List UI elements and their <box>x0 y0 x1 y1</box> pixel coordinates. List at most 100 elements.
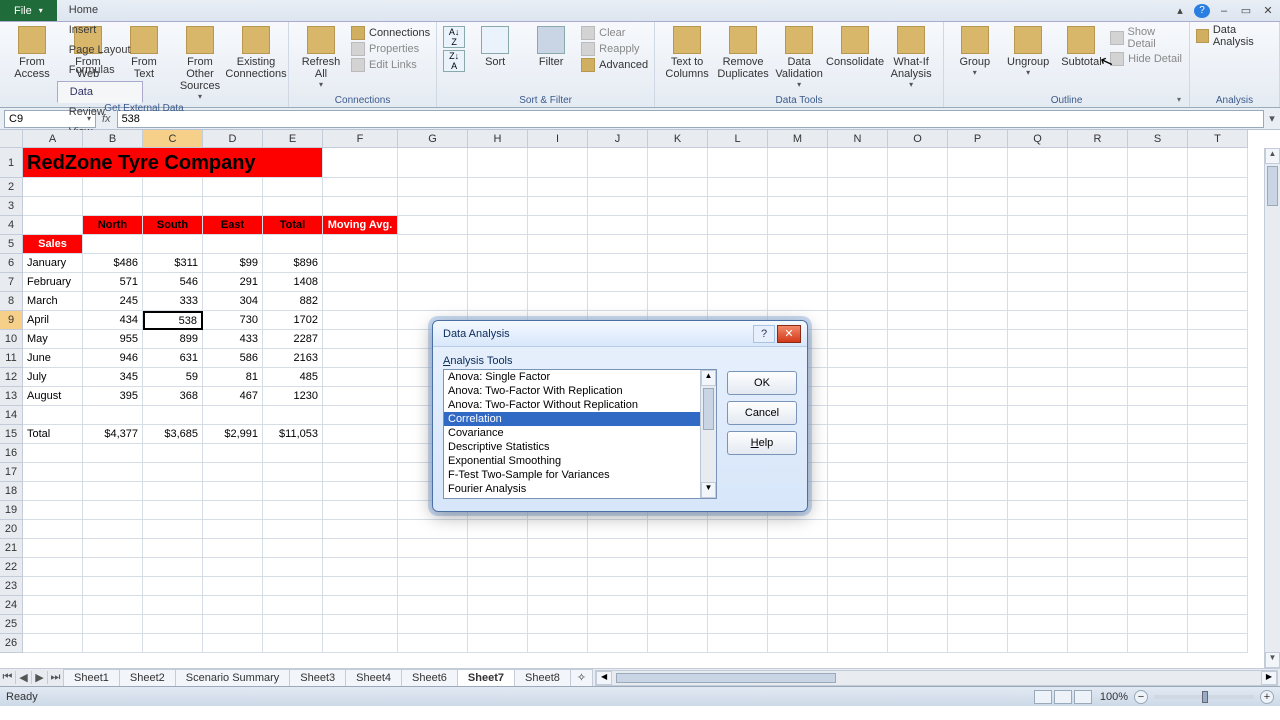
what-if-button[interactable]: What-IfAnalysis <box>885 24 937 89</box>
cell[interactable] <box>768 254 828 273</box>
cell[interactable] <box>23 501 83 520</box>
cell[interactable]: Total <box>23 425 83 444</box>
view-break-icon[interactable] <box>1074 690 1092 704</box>
cell[interactable] <box>828 520 888 539</box>
cell[interactable] <box>888 387 948 406</box>
cell[interactable] <box>203 558 263 577</box>
window-close-icon[interactable]: ✕ <box>1260 4 1276 17</box>
cell[interactable] <box>888 330 948 349</box>
cell[interactable] <box>468 634 528 653</box>
cell[interactable] <box>588 197 648 216</box>
cell[interactable] <box>143 577 203 596</box>
new-sheet-button[interactable]: ✧ <box>570 669 593 686</box>
cell[interactable] <box>1008 148 1068 178</box>
cell[interactable] <box>143 520 203 539</box>
sheet-tab[interactable]: Sheet3 <box>289 669 346 686</box>
cell[interactable] <box>1068 444 1128 463</box>
cell[interactable] <box>888 596 948 615</box>
cell[interactable] <box>263 197 323 216</box>
cell[interactable] <box>263 501 323 520</box>
cell[interactable] <box>1188 292 1248 311</box>
cell[interactable]: April <box>23 311 83 330</box>
cell[interactable] <box>888 406 948 425</box>
cell[interactable] <box>828 596 888 615</box>
cell[interactable] <box>143 235 203 254</box>
cell[interactable] <box>398 558 468 577</box>
cell[interactable] <box>1008 463 1068 482</box>
cell[interactable] <box>708 254 768 273</box>
row-header[interactable]: 7 <box>0 273 23 292</box>
from-other-sources-button[interactable]: From OtherSources <box>174 24 226 101</box>
sheet-tab[interactable]: Sheet7 <box>457 669 515 686</box>
cell[interactable] <box>1128 596 1188 615</box>
cell[interactable] <box>143 406 203 425</box>
cell[interactable] <box>263 577 323 596</box>
cell[interactable] <box>1008 349 1068 368</box>
cell[interactable] <box>23 406 83 425</box>
cell[interactable]: 1408 <box>263 273 323 292</box>
cell[interactable]: 730 <box>203 311 263 330</box>
group-button[interactable]: Group <box>950 24 999 77</box>
cell[interactable] <box>1188 501 1248 520</box>
cell[interactable] <box>468 292 528 311</box>
cell[interactable] <box>1008 634 1068 653</box>
cell[interactable] <box>1128 292 1188 311</box>
cell[interactable] <box>888 254 948 273</box>
cell[interactable]: August <box>23 387 83 406</box>
cell[interactable] <box>708 197 768 216</box>
cell[interactable]: $11,053 <box>263 425 323 444</box>
cell[interactable] <box>468 235 528 254</box>
cell[interactable] <box>398 577 468 596</box>
data-validation-button[interactable]: DataValidation <box>773 24 825 89</box>
cell[interactable] <box>23 577 83 596</box>
cell[interactable] <box>23 178 83 197</box>
cell[interactable] <box>263 235 323 254</box>
row-header[interactable]: 20 <box>0 520 23 539</box>
cell[interactable] <box>1008 368 1068 387</box>
cell[interactable] <box>323 311 398 330</box>
cell[interactable] <box>23 615 83 634</box>
cell[interactable] <box>1128 615 1188 634</box>
row-header[interactable]: 26 <box>0 634 23 653</box>
cell[interactable] <box>588 558 648 577</box>
cell[interactable] <box>828 368 888 387</box>
cell[interactable] <box>1188 197 1248 216</box>
sort-button[interactable]: Sort <box>469 24 521 68</box>
cell[interactable]: $311 <box>143 254 203 273</box>
cell[interactable] <box>648 216 708 235</box>
cell[interactable] <box>708 178 768 197</box>
cell[interactable] <box>1068 577 1128 596</box>
cell[interactable] <box>1188 520 1248 539</box>
cell[interactable] <box>528 520 588 539</box>
row-header[interactable]: 25 <box>0 615 23 634</box>
cell[interactable] <box>323 273 398 292</box>
cell[interactable] <box>828 482 888 501</box>
cell[interactable] <box>828 577 888 596</box>
cell[interactable] <box>263 615 323 634</box>
cell[interactable] <box>708 577 768 596</box>
cell[interactable] <box>1188 406 1248 425</box>
cell[interactable] <box>323 596 398 615</box>
list-item[interactable]: Descriptive Statistics <box>444 440 716 454</box>
cell[interactable] <box>888 197 948 216</box>
cell[interactable] <box>263 596 323 615</box>
cell[interactable]: 368 <box>143 387 203 406</box>
from-access-button[interactable]: FromAccess <box>6 24 58 80</box>
cell[interactable] <box>1068 387 1128 406</box>
cell[interactable] <box>468 254 528 273</box>
cell[interactable] <box>263 463 323 482</box>
cell[interactable] <box>588 539 648 558</box>
cell[interactable] <box>203 197 263 216</box>
cell[interactable] <box>948 235 1008 254</box>
cell[interactable] <box>588 634 648 653</box>
cell[interactable] <box>23 539 83 558</box>
filter-button[interactable]: Filter <box>525 24 577 68</box>
cell[interactable] <box>1188 444 1248 463</box>
sheet-tab[interactable]: Sheet1 <box>63 669 120 686</box>
cell[interactable] <box>398 634 468 653</box>
cell[interactable] <box>323 577 398 596</box>
col-header[interactable]: O <box>888 130 948 148</box>
zoom-slider[interactable] <box>1154 695 1254 699</box>
cell[interactable]: $3,685 <box>143 425 203 444</box>
cell[interactable] <box>1008 406 1068 425</box>
